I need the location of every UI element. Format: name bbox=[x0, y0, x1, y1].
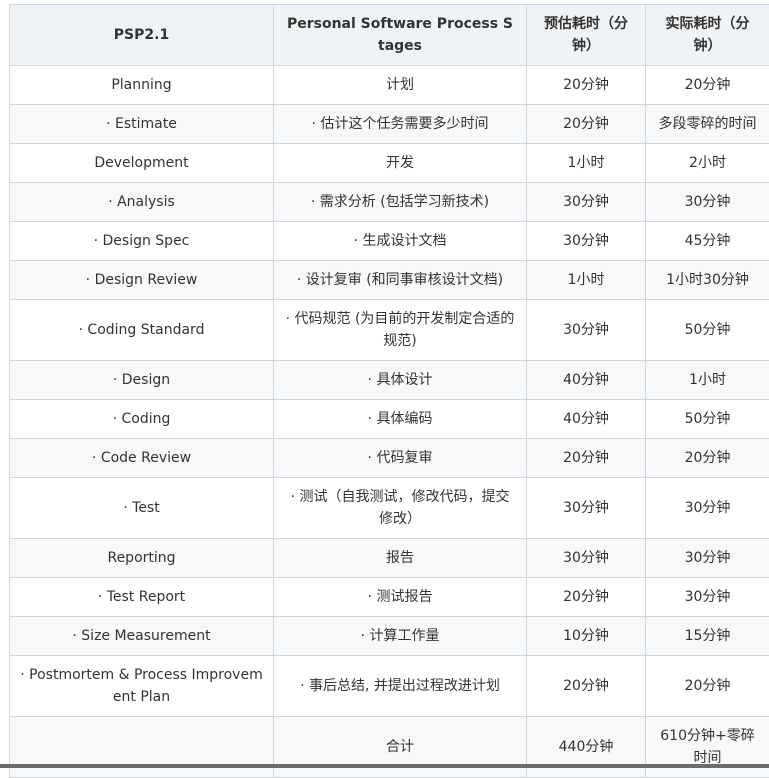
cell-actual: 30分钟 bbox=[646, 183, 769, 222]
cell-estimated: 20分钟 bbox=[527, 66, 646, 105]
header-estimated: 预估耗时（分钟） bbox=[527, 5, 646, 66]
cell-estimated: 30分钟 bbox=[527, 300, 646, 361]
cell-stage: · 测试（自我测试，修改代码，提交修改） bbox=[274, 478, 527, 539]
table-body: Planning 计划 20分钟 20分钟 · Estimate · 估计这个任… bbox=[10, 66, 769, 778]
cell-total-estimated: 440分钟 bbox=[527, 717, 646, 778]
cell-total-actual: 610分钟+零碎时间 bbox=[646, 717, 769, 778]
table-row: · Design Review · 设计复审 (和同事审核设计文档) 1小时 1… bbox=[10, 261, 769, 300]
table-row: · Design Spec · 生成设计文档 30分钟 45分钟 bbox=[10, 222, 769, 261]
table-row: · Size Measurement · 计算工作量 10分钟 15分钟 bbox=[10, 617, 769, 656]
cell-psp: · Test bbox=[10, 478, 274, 539]
table-header: PSP2.1 Personal Software Process Stages … bbox=[10, 5, 769, 66]
cell-stage: · 估计这个任务需要多少时间 bbox=[274, 105, 527, 144]
table-row: · Test Report · 测试报告 20分钟 30分钟 bbox=[10, 578, 769, 617]
cell-estimated: 20分钟 bbox=[527, 656, 646, 717]
cell-actual: 2小时 bbox=[646, 144, 769, 183]
table-row: · Analysis · 需求分析 (包括学习新技术) 30分钟 30分钟 bbox=[10, 183, 769, 222]
header-row: PSP2.1 Personal Software Process Stages … bbox=[10, 5, 769, 66]
table-row: Reporting 报告 30分钟 30分钟 bbox=[10, 539, 769, 578]
cell-stage: 开发 bbox=[274, 144, 527, 183]
cell-estimated: 10分钟 bbox=[527, 617, 646, 656]
cell-psp: Reporting bbox=[10, 539, 274, 578]
cell-psp: · Coding bbox=[10, 400, 274, 439]
cell-stage: 报告 bbox=[274, 539, 527, 578]
cell-stage: · 设计复审 (和同事审核设计文档) bbox=[274, 261, 527, 300]
cell-actual: 15分钟 bbox=[646, 617, 769, 656]
table-row: · Design · 具体设计 40分钟 1小时 bbox=[10, 361, 769, 400]
cell-psp: · Size Measurement bbox=[10, 617, 274, 656]
cell-stage: · 具体设计 bbox=[274, 361, 527, 400]
cell-stage: · 生成设计文档 bbox=[274, 222, 527, 261]
cell-psp: · Estimate bbox=[10, 105, 274, 144]
cell-actual: 20分钟 bbox=[646, 66, 769, 105]
table-row: · Postmortem & Process Improvement Plan … bbox=[10, 656, 769, 717]
cell-stage: · 计算工作量 bbox=[274, 617, 527, 656]
cell-estimated: 40分钟 bbox=[527, 361, 646, 400]
cell-estimated: 30分钟 bbox=[527, 183, 646, 222]
total-row: 合计 440分钟 610分钟+零碎时间 bbox=[10, 717, 769, 778]
cell-stage: · 代码规范 (为目前的开发制定合适的规范) bbox=[274, 300, 527, 361]
cell-estimated: 30分钟 bbox=[527, 222, 646, 261]
cell-stage: · 事后总结, 并提出过程改进计划 bbox=[274, 656, 527, 717]
cell-estimated: 40分钟 bbox=[527, 400, 646, 439]
cell-stage: 计划 bbox=[274, 66, 527, 105]
cell-estimated: 1小时 bbox=[527, 144, 646, 183]
cell-psp: · Design bbox=[10, 361, 274, 400]
cell-actual: 20分钟 bbox=[646, 439, 769, 478]
header-stages: Personal Software Process Stages bbox=[274, 5, 527, 66]
cell-actual: 20分钟 bbox=[646, 656, 769, 717]
cell-estimated: 20分钟 bbox=[527, 578, 646, 617]
cell-stage: · 需求分析 (包括学习新技术) bbox=[274, 183, 527, 222]
cell-stage: · 代码复审 bbox=[274, 439, 527, 478]
cell-stage: · 测试报告 bbox=[274, 578, 527, 617]
cell-estimated: 20分钟 bbox=[527, 105, 646, 144]
cell-stage: · 具体编码 bbox=[274, 400, 527, 439]
cell-psp: · Postmortem & Process Improvement Plan bbox=[10, 656, 274, 717]
cell-total-label: 合计 bbox=[274, 717, 527, 778]
cell-estimated: 1小时 bbox=[527, 261, 646, 300]
table-row: · Coding Standard · 代码规范 (为目前的开发制定合适的规范)… bbox=[10, 300, 769, 361]
cell-estimated: 20分钟 bbox=[527, 439, 646, 478]
cell-actual: 30分钟 bbox=[646, 578, 769, 617]
cell-actual: 50分钟 bbox=[646, 400, 769, 439]
table-row: Planning 计划 20分钟 20分钟 bbox=[10, 66, 769, 105]
table-row: · Test · 测试（自我测试，修改代码，提交修改） 30分钟 30分钟 bbox=[10, 478, 769, 539]
cell-estimated: 30分钟 bbox=[527, 478, 646, 539]
cell-estimated: 30分钟 bbox=[527, 539, 646, 578]
table-row: Development 开发 1小时 2小时 bbox=[10, 144, 769, 183]
table-row: · Estimate · 估计这个任务需要多少时间 20分钟 多段零碎的时间 bbox=[10, 105, 769, 144]
cell-psp: · Design Review bbox=[10, 261, 274, 300]
cell-actual: 45分钟 bbox=[646, 222, 769, 261]
cell-actual: 30分钟 bbox=[646, 478, 769, 539]
table-row: · Coding · 具体编码 40分钟 50分钟 bbox=[10, 400, 769, 439]
cell-psp: Development bbox=[10, 144, 274, 183]
cell-actual: 50分钟 bbox=[646, 300, 769, 361]
cell-actual: 30分钟 bbox=[646, 539, 769, 578]
cell-psp: · Coding Standard bbox=[10, 300, 274, 361]
header-actual: 实际耗时（分钟） bbox=[646, 5, 769, 66]
cell-actual: 1小时30分钟 bbox=[646, 261, 769, 300]
cell-actual: 1小时 bbox=[646, 361, 769, 400]
psp-table-container: PSP2.1 Personal Software Process Stages … bbox=[9, 4, 769, 778]
cell-psp: · Test Report bbox=[10, 578, 274, 617]
cell-psp: · Code Review bbox=[10, 439, 274, 478]
cell-psp bbox=[10, 717, 274, 778]
psp-table: PSP2.1 Personal Software Process Stages … bbox=[9, 4, 769, 778]
cell-psp: Planning bbox=[10, 66, 274, 105]
cell-actual: 多段零碎的时间 bbox=[646, 105, 769, 144]
table-row: · Code Review · 代码复审 20分钟 20分钟 bbox=[10, 439, 769, 478]
bottom-scrollbar-edge bbox=[0, 764, 769, 768]
cell-psp: · Design Spec bbox=[10, 222, 274, 261]
header-psp: PSP2.1 bbox=[10, 5, 274, 66]
cell-psp: · Analysis bbox=[10, 183, 274, 222]
